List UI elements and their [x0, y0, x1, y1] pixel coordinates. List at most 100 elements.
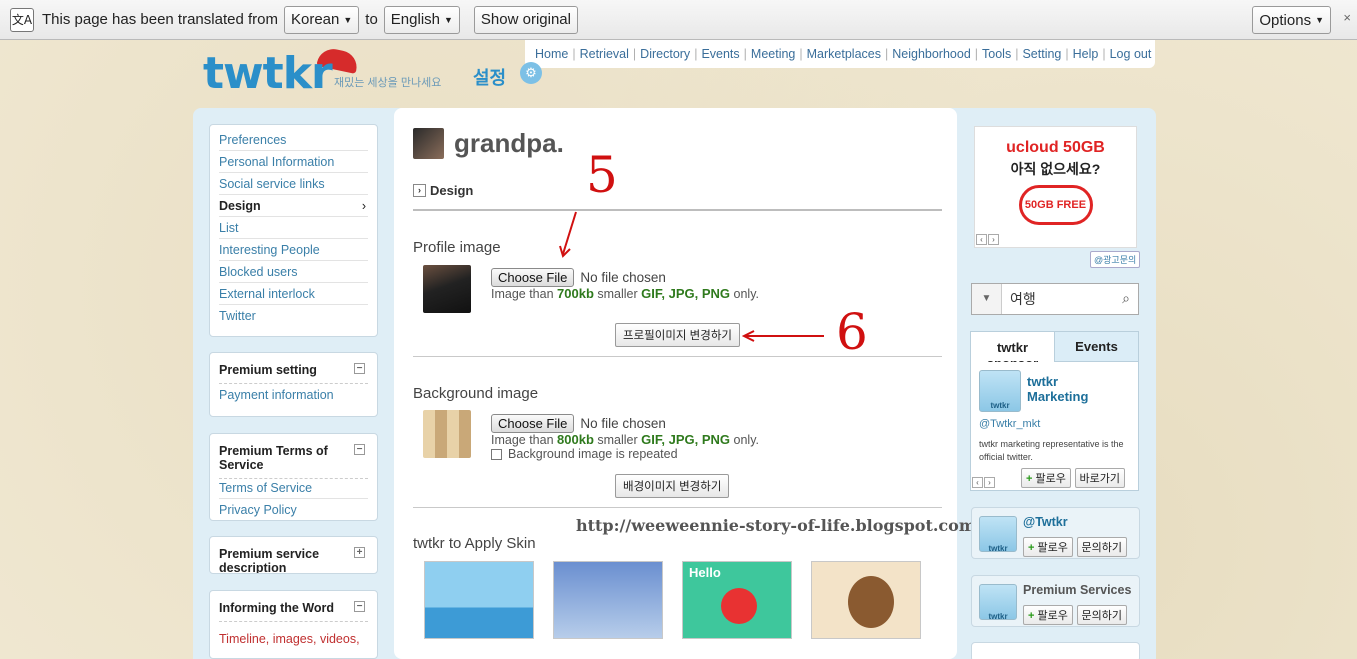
next-icon[interactable]: › [984, 477, 995, 488]
annotation-arrow-left [742, 330, 824, 342]
profile-choose-file-button[interactable]: Choose File [491, 268, 575, 287]
ucloud-ad[interactable]: ucloud 50GB 아직 없으세요? 50GB FREE [974, 126, 1137, 248]
background-choose-file-button[interactable]: Choose File [491, 414, 575, 433]
next-icon[interactable]: › [988, 234, 999, 245]
follow-button[interactable]: + 팔로우 [1023, 537, 1073, 557]
options-button[interactable]: Options ▼ [1252, 6, 1331, 34]
skin-hello-label: Hello [689, 565, 721, 580]
translate-message: This page has been translated from [42, 11, 278, 28]
twtkr-bird-icon: twtkr [979, 370, 1021, 412]
profile-image-preview [423, 265, 471, 313]
collapse-icon[interactable]: − [354, 363, 365, 374]
premium-desc-title[interactable]: Premium service description + [219, 541, 368, 573]
section-breadcrumb: › Design [413, 183, 473, 198]
username: grandpa. [454, 128, 564, 158]
sidebar-item-personal-information[interactable]: Personal Information [219, 151, 368, 173]
background-image-preview [423, 410, 471, 458]
card-name[interactable]: Premium Services [1023, 583, 1131, 597]
prev-icon[interactable]: ‹ [972, 477, 983, 488]
background-file-row: Choose File No file chosen [491, 414, 666, 433]
sidebar-item-interesting-people[interactable]: Interesting People [219, 239, 368, 261]
sidebar-item-design[interactable]: Design › [219, 195, 368, 217]
inquiry-button[interactable]: 문의하기 [1076, 537, 1127, 557]
sponsor-name[interactable]: twtkr Marketing [1027, 374, 1117, 404]
nav-separator: | [974, 47, 979, 61]
collapse-icon[interactable]: − [354, 444, 365, 455]
follow-button[interactable]: + 팔로우 [1023, 605, 1073, 625]
twtkr-logo[interactable]: twtkr [203, 48, 333, 99]
skins-title: twtkr to Apply Skin [413, 535, 536, 552]
nav-link-retrieval[interactable]: Retrieval [580, 47, 629, 61]
nav-link-setting[interactable]: Setting [1022, 47, 1061, 61]
sidebar-item-preferences[interactable]: Preferences [219, 129, 368, 151]
search-icon[interactable]: ⌕ [1114, 291, 1138, 307]
nav-link-directory[interactable]: Directory [640, 47, 690, 61]
follow-button[interactable]: + 팔로우 [1021, 468, 1071, 488]
nav-link-marketplaces[interactable]: Marketplaces [807, 47, 881, 61]
sidebar-item-list[interactable]: List [219, 217, 368, 239]
translate-bar: 文A This page has been translated from Ko… [0, 0, 1357, 40]
nav-link-log-out[interactable]: Log out [1110, 47, 1152, 61]
background-image-title: Background image [413, 385, 539, 402]
divider [413, 209, 942, 211]
search-scope-dropdown[interactable]: ▼ [972, 284, 1002, 314]
page-title: 설정 [473, 68, 507, 89]
logo-tagline: 재밌는 세상을 만나세요 [334, 77, 442, 89]
tab-sponsor[interactable]: twtkr sponsor [971, 332, 1055, 362]
cloud-icon: 50GB FREE [1018, 185, 1093, 225]
sponsor-pager: ‹ › [972, 477, 996, 488]
sponsor-handle[interactable]: @Twtkr_mkt [979, 418, 1040, 430]
profile-file-row: Choose File No file chosen [491, 268, 666, 287]
premium-setting-title[interactable]: Premium setting − [219, 357, 368, 384]
card-name[interactable]: @Twtkr [1023, 515, 1068, 529]
premium-desc-box: Premium service description + [209, 536, 378, 574]
sidebar-item-terms[interactable]: Terms of Service [219, 479, 368, 499]
search-input[interactable]: 여행 [1002, 289, 1114, 309]
skin-option[interactable] [811, 561, 921, 639]
skin-option[interactable] [424, 561, 534, 639]
to-label: to [365, 11, 378, 28]
premium-terms-title[interactable]: Premium Terms of Service − [219, 438, 368, 479]
background-file-status: No file chosen [580, 416, 666, 431]
change-background-image-button[interactable]: 배경이미지 변경하기 [615, 474, 730, 498]
prev-icon[interactable]: ‹ [976, 234, 987, 245]
translate-icon: 文A [10, 7, 34, 32]
twtkr-account-card: twtkr @Twtkr + 팔로우 문의하기 [971, 507, 1140, 559]
sidebar-item-twitter[interactable]: Twitter [219, 305, 368, 327]
skin-option[interactable]: Hello [682, 561, 792, 639]
profile-file-status: No file chosen [580, 270, 666, 285]
background-hint: Image than 800kb smaller GIF, JPG, PNG o… [491, 432, 759, 447]
ad-inquiry-link[interactable]: @광고문의 [1090, 251, 1141, 268]
repeat-background-checkbox[interactable] [491, 448, 502, 460]
nav-link-meeting[interactable]: Meeting [751, 47, 795, 61]
nav-link-help[interactable]: Help [1073, 47, 1099, 61]
collapse-icon[interactable]: − [354, 601, 365, 612]
show-original-button[interactable]: Show original [473, 5, 578, 34]
sidebar-item-privacy[interactable]: Privacy Policy [219, 499, 368, 519]
expand-icon[interactable]: + [354, 547, 365, 558]
sidebar-item-blocked-users[interactable]: Blocked users [219, 261, 368, 283]
chevron-down-icon: ▼ [444, 14, 453, 25]
target-language-select[interactable]: English ▼ [383, 5, 460, 34]
nav-separator: | [572, 47, 576, 61]
profile-hint: Image than 700kb smaller GIF, JPG, PNG o… [491, 286, 759, 301]
nav-link-events[interactable]: Events [701, 47, 739, 61]
sidebar-item-social-service-links[interactable]: Social service links [219, 173, 368, 195]
source-language-select[interactable]: Korean ▼ [283, 5, 360, 34]
close-icon[interactable]: × [1343, 10, 1351, 25]
nav-separator: | [1065, 47, 1069, 61]
skin-option[interactable] [553, 561, 663, 639]
tab-events[interactable]: Events [1055, 332, 1138, 362]
change-profile-image-button[interactable]: 프로필이미지 변경하기 [615, 323, 740, 347]
informing-title[interactable]: Informing the Word − [219, 595, 368, 622]
sidebar-item-external-interlock[interactable]: External interlock [219, 283, 368, 305]
nav-link-neighborhood[interactable]: Neighborhood [892, 47, 971, 61]
nav-link-tools[interactable]: Tools [982, 47, 1011, 61]
inquiry-button[interactable]: 문의하기 [1076, 605, 1127, 625]
sidebar-item-payment[interactable]: Payment information [219, 384, 368, 406]
visit-button[interactable]: 바로가기 [1074, 468, 1125, 488]
nav-link-home[interactable]: Home [535, 47, 568, 61]
informing-text: Timeline, images, videos, [219, 632, 360, 646]
premium-services-card: twtkr Premium Services + 팔로우 문의하기 [971, 575, 1140, 627]
twtkr-bird-icon: twtkr [979, 516, 1017, 553]
